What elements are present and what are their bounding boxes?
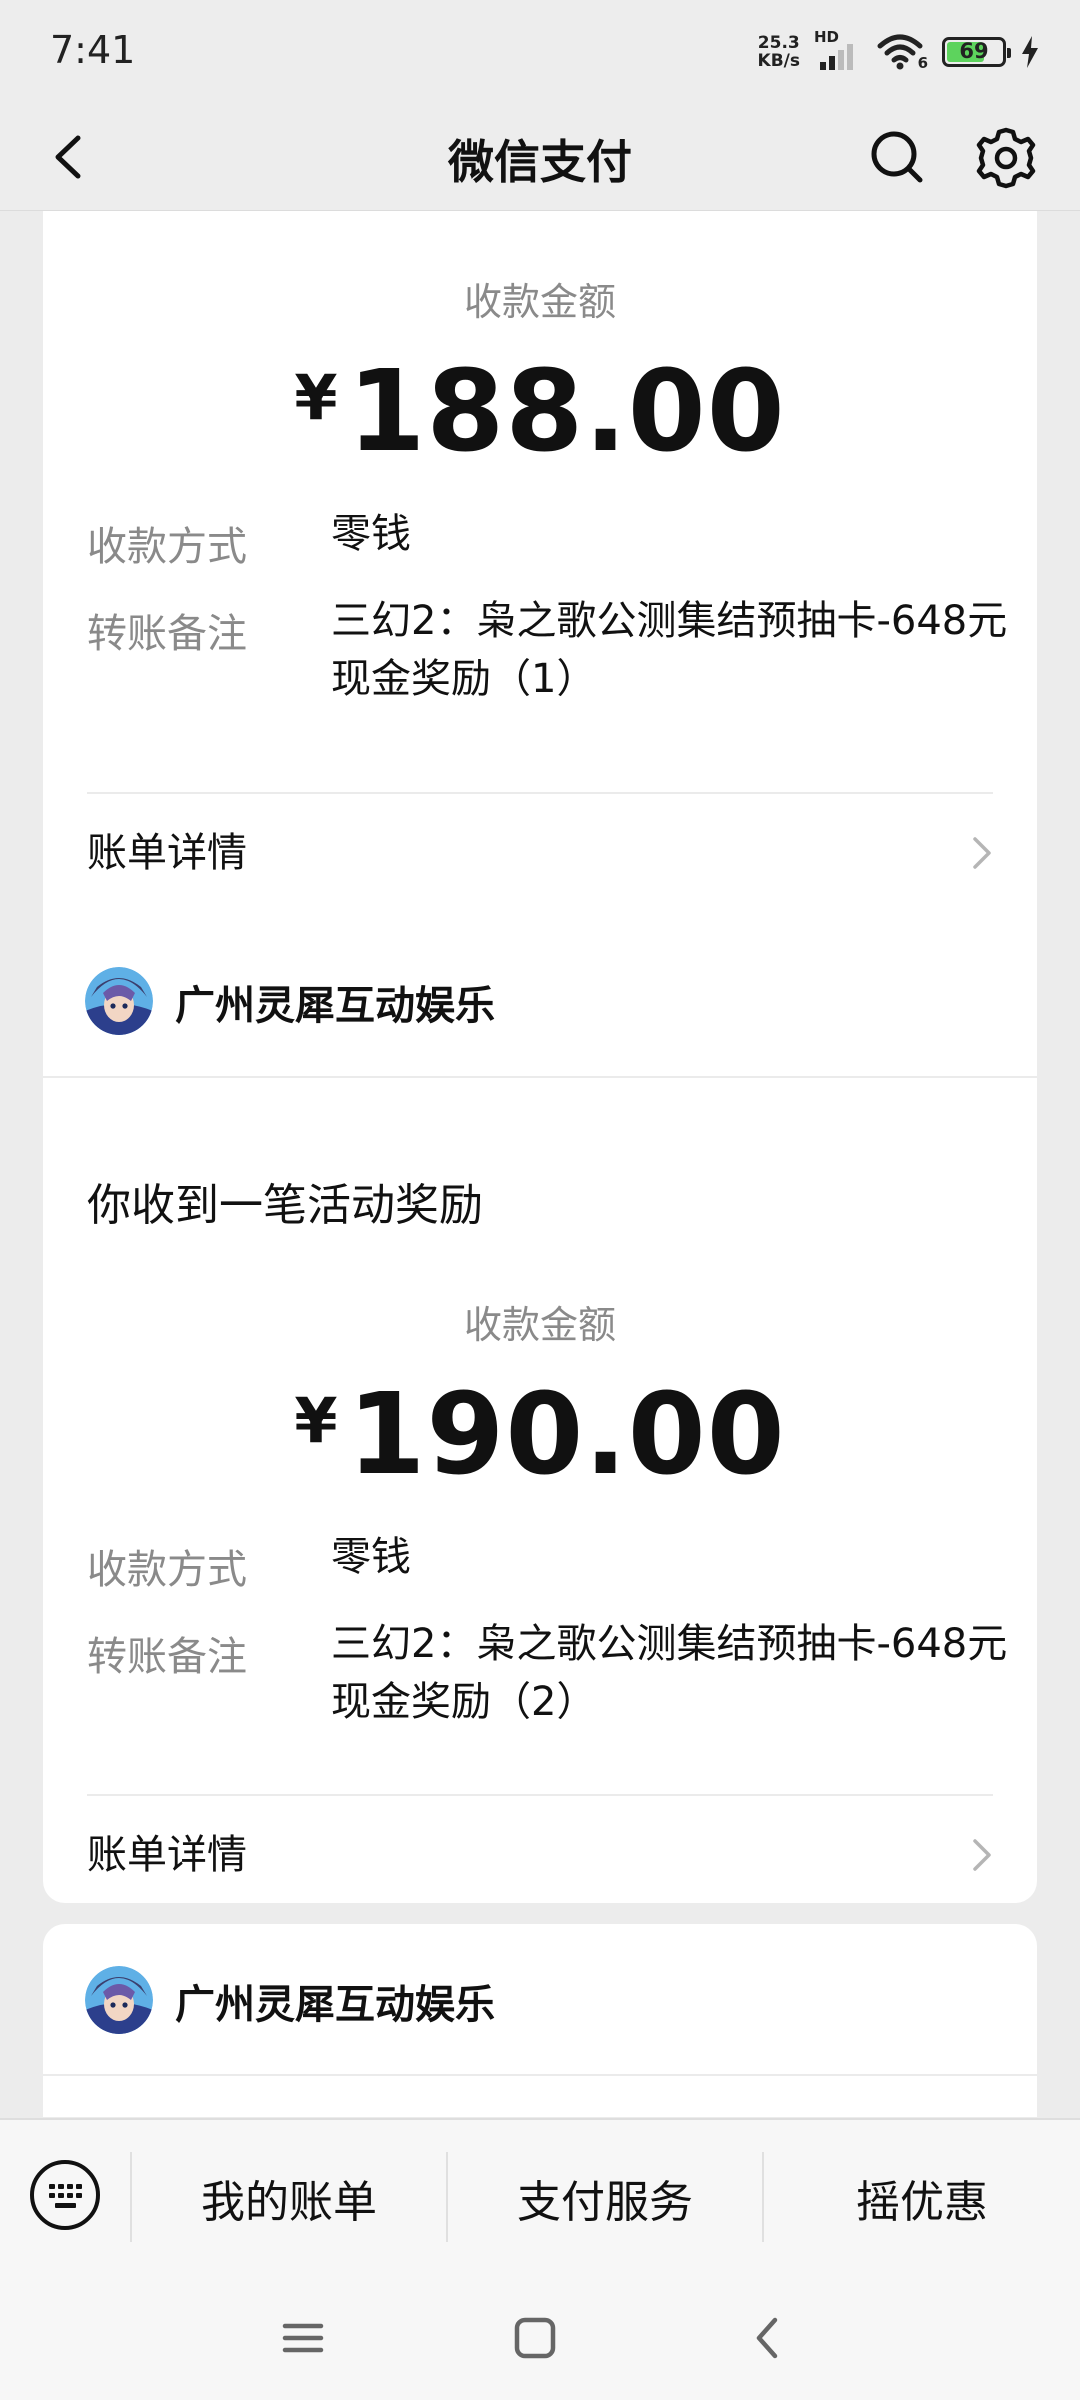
status-icons: 25.3 KB/s HD 6 69 <box>758 28 1040 74</box>
recent-apps-button[interactable] <box>275 2310 331 2366</box>
menu-lines-icon <box>282 2323 324 2353</box>
system-navigation-bar <box>0 2274 1080 2400</box>
top-app-bar: 微信支付 <box>0 100 1080 211</box>
home-square-icon <box>514 2317 556 2359</box>
bill-details-label: 账单详情 <box>87 1832 247 1878</box>
settings-button[interactable] <box>968 120 1044 196</box>
currency-symbol: ¥ <box>294 361 338 434</box>
gear-icon <box>976 127 1036 189</box>
note-value: 三幻2：枭之歌公测集结预抽卡-648元现金奖励（2） <box>331 1621 1008 1725</box>
currency-symbol: ¥ <box>294 1384 338 1457</box>
menu-payment-services[interactable]: 支付服务 <box>448 2120 762 2276</box>
payment-card: 广州灵犀互动娱乐 <box>43 1924 1037 2117</box>
chevron-right-icon <box>973 1839 991 1871</box>
battery-indicator: 69 <box>942 37 1011 67</box>
amount-label: 收款金额 <box>463 1303 616 1347</box>
method-label: 收款方式 <box>87 1547 247 1593</box>
wifi-tag: 6 <box>917 54 928 72</box>
system-back-button[interactable] <box>741 2310 797 2366</box>
signal-icon: HD <box>814 28 862 74</box>
amount-display: ¥190.00 <box>43 1370 1037 1500</box>
network-speed-value: 25.3 <box>757 33 800 53</box>
payment-card: 广州灵犀互动娱乐 你收到一笔活动奖励 收款金额 ¥190.00 收款方式 零钱 … <box>43 925 1037 1903</box>
network-speed: 25.3 KB/s <box>758 34 800 70</box>
amount-display: ¥188.00 <box>43 347 1037 477</box>
menu-my-bills[interactable]: 我的账单 <box>132 2120 446 2276</box>
bill-details-label: 账单详情 <box>87 830 247 876</box>
charging-bolt-icon <box>1020 35 1040 69</box>
note-label: 转账备注 <box>87 1634 247 1680</box>
merchant-avatar[interactable] <box>85 967 153 1035</box>
battery-cap <box>1007 48 1011 58</box>
nav-back-icon <box>756 2317 778 2359</box>
divider <box>87 1794 993 1796</box>
home-button[interactable] <box>507 2310 563 2366</box>
search-icon <box>871 131 923 183</box>
bill-details-link[interactable]: 账单详情 <box>87 803 993 903</box>
network-speed-unit: KB/s <box>757 51 800 71</box>
note-label: 转账备注 <box>87 611 247 657</box>
status-bar: 7:41 25.3 KB/s HD 6 69 <box>0 0 1080 100</box>
chevron-right-icon <box>973 837 991 869</box>
bottom-menu-bar: 我的账单 支付服务 摇优惠 <box>0 2118 1080 2276</box>
divider <box>43 2074 1037 2076</box>
message-feed[interactable]: 收款金额 ¥188.00 收款方式 零钱 转账备注 三幻2：枭之歌公测集结预抽卡… <box>0 211 1080 2117</box>
amount-label: 收款金额 <box>463 280 616 324</box>
method-value: 零钱 <box>331 1534 411 1580</box>
merchant-avatar[interactable] <box>85 1966 153 2034</box>
amount-value: 188.00 <box>347 347 786 477</box>
method-value: 零钱 <box>331 511 411 557</box>
keyboard-icon <box>30 2160 100 2230</box>
bill-details-link[interactable]: 账单详情 <box>87 1805 993 1905</box>
battery-level: 69 <box>959 39 989 63</box>
method-label: 收款方式 <box>87 524 247 570</box>
merchant-name[interactable]: 广州灵犀互动娱乐 <box>175 1972 495 2030</box>
divider <box>87 792 993 794</box>
keyboard-toggle-button[interactable] <box>28 2158 102 2232</box>
amount-value: 190.00 <box>347 1370 786 1500</box>
divider <box>43 1076 1037 1078</box>
wifi-icon: 6 <box>876 30 928 74</box>
menu-shake-deals[interactable]: 摇优惠 <box>764 2120 1080 2276</box>
search-button[interactable] <box>862 122 932 192</box>
merchant-name[interactable]: 广州灵犀互动娱乐 <box>175 973 495 1031</box>
note-value: 三幻2：枭之歌公测集结预抽卡-648元现金奖励（1） <box>331 598 1008 702</box>
status-time: 7:41 <box>50 28 136 72</box>
notification-title: 你收到一笔活动奖励 <box>87 1180 483 1231</box>
